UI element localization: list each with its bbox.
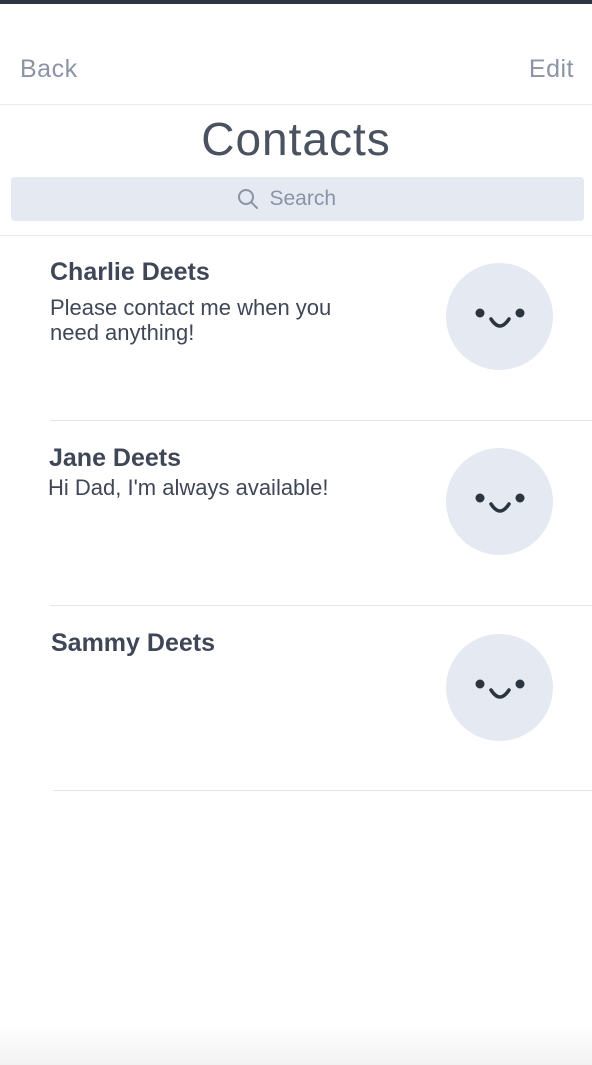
- contacts-screen: Back Edit Contacts Charlie Deets Please …: [0, 0, 592, 1065]
- edit-button[interactable]: Edit: [529, 52, 574, 86]
- smiley-face-icon: [475, 493, 525, 513]
- smiley-face-icon: [475, 679, 525, 699]
- smiley-face-icon: [475, 308, 525, 328]
- contact-avatar: [446, 448, 553, 555]
- search-bar[interactable]: [11, 177, 584, 221]
- contact-message: Please contact me when you need anything…: [50, 295, 332, 345]
- contact-row-jane[interactable]: Jane Deets Hi Dad, I'm always available!: [0, 421, 592, 606]
- contact-row-charlie[interactable]: Charlie Deets Please contact me when you…: [0, 236, 592, 421]
- contact-row-sammy[interactable]: Sammy Deets: [0, 606, 592, 791]
- search-input[interactable]: [269, 187, 360, 211]
- row-divider: [53, 790, 592, 791]
- contact-name: Sammy Deets: [51, 629, 215, 657]
- contact-avatar: [446, 263, 553, 370]
- page-title: Contacts: [201, 113, 391, 165]
- back-button[interactable]: Back: [20, 52, 78, 86]
- bottom-shadow: [0, 1025, 592, 1065]
- contact-avatar: [446, 634, 553, 741]
- contact-message: Hi Dad, I'm always available!: [48, 475, 329, 500]
- contact-name: Jane Deets: [49, 444, 182, 472]
- search-icon: [236, 187, 260, 211]
- contact-name: Charlie Deets: [50, 258, 210, 286]
- navigation-bar: Back Edit: [0, 4, 592, 105]
